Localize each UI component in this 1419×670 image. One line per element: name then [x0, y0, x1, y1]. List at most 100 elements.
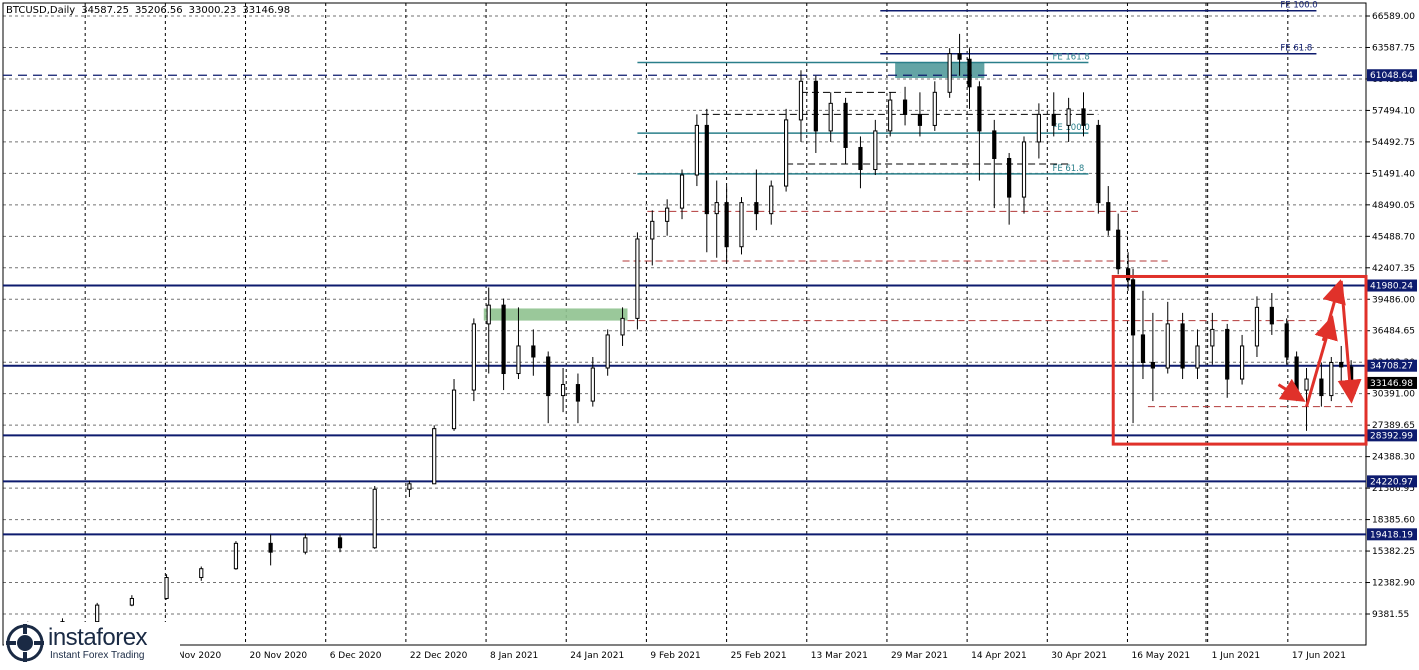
candle-body: [828, 102, 833, 132]
y-tick-label: 18385.60: [1372, 516, 1415, 526]
candle-body: [858, 146, 863, 171]
forecast-arrow: [1321, 279, 1346, 342]
candle-body: [432, 428, 437, 485]
candle-body: [1150, 361, 1155, 369]
current-price-label: 33146.98: [1370, 379, 1413, 389]
price-level-label: 24220.97: [1370, 477, 1413, 487]
y-tick-label: 12382.90: [1372, 579, 1415, 589]
candle-body: [1225, 328, 1230, 380]
candle-body: [1125, 268, 1131, 281]
y-tick-label: 54492.75: [1372, 138, 1415, 148]
candle-body: [164, 577, 169, 599]
price-level-label: 28392.99: [1370, 431, 1413, 441]
symbol-label: BTCUSD,Daily: [6, 5, 76, 16]
fib-label: FE 161.8: [1052, 53, 1089, 63]
candle-body: [199, 568, 204, 579]
y-tick-label: 51491.40: [1372, 169, 1415, 179]
candle-body: [337, 537, 343, 549]
brand-tagline: Instant Forex Trading: [50, 650, 145, 661]
candle-body: [546, 356, 551, 397]
candlestick-chart: 3 Oct 202019 Oct 20204 Nov 202020 Nov 20…: [2, 1, 1417, 661]
candle-body: [1239, 345, 1245, 380]
candle-body: [1329, 361, 1334, 397]
x-tick-label: 24 Jan 2021: [570, 651, 624, 661]
candle-body: [471, 323, 476, 391]
high-value: 35206.56: [134, 5, 183, 16]
brand-name: instaforex: [48, 624, 148, 651]
candle-body: [1339, 361, 1344, 368]
candle-body: [1180, 323, 1185, 369]
candle-body: [714, 202, 719, 215]
candle-body: [650, 220, 655, 240]
candle-body: [1284, 323, 1289, 358]
candle-body: [694, 124, 699, 176]
candle-body: [635, 238, 640, 319]
x-tick-label: 29 Mar 2021: [891, 651, 948, 661]
candle-body: [268, 542, 273, 553]
forecast-arrow: [1337, 280, 1362, 404]
y-tick-label: 9381.55: [1372, 610, 1409, 620]
candle-body: [1254, 306, 1260, 347]
candle-body: [1021, 141, 1027, 198]
x-tick-label: 13 Mar 2021: [811, 651, 868, 661]
y-tick-label: 42407.35: [1372, 264, 1415, 274]
x-tick-label: 16 May 2021: [1131, 651, 1190, 661]
y-tick-label: 24388.30: [1372, 453, 1415, 463]
candle-body: [1036, 113, 1041, 143]
candle-body: [813, 80, 818, 132]
x-tick-label: 20 Nov 2020: [250, 651, 308, 661]
candle-body: [1269, 306, 1274, 325]
candle-body: [769, 185, 774, 215]
candle-body: [798, 80, 804, 121]
candle-body: [704, 124, 709, 215]
y-tick-label: 39486.00: [1372, 295, 1415, 305]
y-tick-label: 48490.05: [1372, 201, 1415, 211]
y-tick-label: 30391.00: [1372, 390, 1415, 400]
candle-body: [1081, 108, 1086, 126]
candle-body: [486, 304, 491, 325]
candle-body: [501, 304, 506, 375]
candle-body: [739, 202, 744, 248]
candle-body: [303, 537, 308, 553]
candle-body: [1195, 345, 1200, 369]
x-tick-label: 25 Feb 2021: [731, 651, 787, 661]
candle-body: [665, 207, 670, 222]
candle-body: [1106, 202, 1111, 231]
range-box: [1111, 274, 1368, 446]
x-tick-label: 30 Apr 2021: [1051, 651, 1107, 661]
fib-label: FE 100.0: [1280, 1, 1317, 11]
candle-body: [372, 488, 377, 549]
candle-body: [407, 483, 412, 490]
candle-body: [977, 86, 982, 132]
candle-body: [1294, 356, 1299, 391]
price-level-label: 61048.64: [1370, 71, 1413, 81]
fib-label: FE 61.8: [1280, 44, 1312, 54]
candle-body: [888, 99, 893, 132]
candle-body: [1165, 323, 1170, 369]
candle-body: [605, 334, 610, 369]
candle-body: [947, 53, 952, 93]
price-level-label: 19418.19: [1370, 530, 1413, 540]
candle-body: [1319, 378, 1324, 397]
candle-body: [724, 202, 729, 248]
candle-body: [560, 384, 566, 397]
candle-body: [843, 102, 848, 148]
candle-body: [784, 119, 789, 187]
x-tick-label: 1 Jun 2021: [1212, 651, 1260, 661]
y-tick-label: 63587.75: [1372, 43, 1415, 53]
y-tick-label: 66589.00: [1372, 12, 1415, 22]
open-value: 34587.25: [81, 5, 129, 16]
candle-body: [1007, 157, 1012, 198]
y-tick-label: 15382.25: [1372, 547, 1415, 557]
y-tick-label: 57494.10: [1372, 106, 1415, 116]
candle-body: [1140, 334, 1146, 363]
candle-body: [754, 202, 759, 215]
chart-header: BTCUSD,Daily 34587.25 35206.56 33000.23 3314…: [6, 5, 296, 16]
candle-body: [95, 604, 100, 623]
candle-body: [129, 597, 134, 606]
x-tick-label: 6 Dec 2020: [330, 651, 382, 661]
candle-body: [679, 174, 685, 209]
x-tick-label: 9 Feb 2021: [650, 651, 700, 661]
plot-frame: [2, 2, 1367, 646]
candle-body: [233, 542, 239, 570]
